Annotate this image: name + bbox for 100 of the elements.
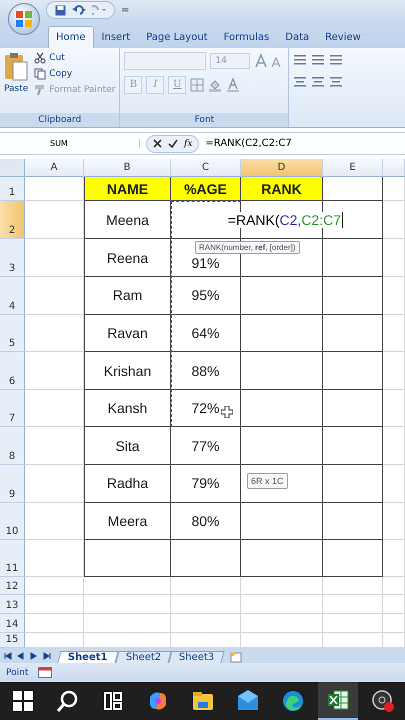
- aperture-icon: [370, 689, 394, 713]
- row-header[interactable]: 9: [0, 465, 25, 503]
- save-icon[interactable]: [55, 4, 66, 16]
- table-cell: [25, 614, 84, 634]
- row-header[interactable]: 13: [0, 595, 25, 614]
- sheet-tab[interactable]: Sheet3: [168, 651, 225, 664]
- table-cell: [383, 277, 405, 315]
- formula-field[interactable]: =RANK(C2,C2:C7: [205, 138, 292, 150]
- group-label: Font: [120, 112, 288, 127]
- redo-icon[interactable]: [92, 5, 106, 15]
- first-sheet-icon[interactable]: [4, 652, 12, 660]
- previous-sheet-icon[interactable]: [17, 652, 25, 660]
- row-header[interactable]: 2: [0, 201, 25, 240]
- table-cell: [323, 427, 383, 466]
- table-cell: Meera: [84, 502, 171, 540]
- row-header[interactable]: 11: [0, 540, 25, 578]
- row-header[interactable]: 1: [0, 177, 25, 202]
- table-cell: [25, 277, 84, 315]
- table-cell: [25, 314, 84, 352]
- row-header[interactable]: 12: [0, 577, 25, 596]
- windows-logo-icon: [10, 689, 34, 713]
- table-cell: [323, 352, 383, 390]
- next-sheet-icon[interactable]: [30, 652, 38, 660]
- ribbon-tab[interactable]: Home: [48, 26, 94, 48]
- ribbon-tab[interactable]: Insert: [94, 26, 138, 48]
- table-cell: 95%: [171, 277, 241, 315]
- table-cell: 80%: [171, 502, 241, 540]
- table-cell: [383, 595, 405, 614]
- row-header[interactable]: 5: [0, 314, 25, 352]
- table-cell: [25, 239, 84, 278]
- font-name-field[interactable]: [124, 52, 206, 70]
- table-cell: [383, 502, 405, 540]
- table-cell: [25, 390, 84, 428]
- row-header[interactable]: 6: [0, 352, 25, 390]
- table-cell: [25, 502, 84, 540]
- ribbon-tab[interactable]: Review: [317, 26, 369, 48]
- table-cell: Ram: [84, 277, 171, 315]
- sheet-tab[interactable]: Sheet2: [115, 651, 172, 664]
- logo-icon: [15, 10, 33, 28]
- table-cell: [323, 177, 383, 202]
- table-cell: [323, 314, 383, 352]
- table-cell: Meena: [84, 201, 171, 240]
- taskbar-button[interactable]: [318, 682, 358, 720]
- spreadsheet-icon: [326, 688, 350, 712]
- table-cell: [171, 595, 241, 614]
- table-cell: [323, 577, 383, 596]
- table-cell: [383, 427, 405, 466]
- table-cell: [383, 390, 405, 428]
- font-color-icon[interactable]: [226, 78, 240, 92]
- row-header[interactable]: 15: [0, 633, 25, 648]
- table-cell: [383, 314, 405, 352]
- office-button[interactable]: [8, 3, 40, 35]
- table-cell: 64%: [171, 314, 241, 352]
- last-sheet-icon[interactable]: [43, 652, 51, 660]
- table-cell: [25, 352, 84, 390]
- paste-button[interactable]: Paste: [4, 52, 28, 113]
- envelope-icon: [236, 689, 260, 713]
- table-cell: [323, 595, 383, 614]
- row-header[interactable]: 8: [0, 427, 25, 466]
- table-cell: 77%: [171, 427, 241, 466]
- customize-toolbar-button[interactable]: =: [121, 4, 130, 16]
- clipboard-command[interactable]: Copy: [49, 68, 72, 79]
- undo-icon[interactable]: [72, 5, 86, 15]
- table-cell: [323, 277, 383, 315]
- search-icon: [56, 689, 80, 713]
- macro-record-icon[interactable]: [38, 667, 52, 678]
- cancel-icon[interactable]: [153, 139, 162, 148]
- cell-editor[interactable]: =RANK(C2,C2:C7: [228, 212, 343, 228]
- ribbon-tab[interactable]: Formulas: [216, 26, 278, 48]
- table-cell: [171, 614, 241, 634]
- ribbon-tab[interactable]: Data: [277, 26, 318, 48]
- table-cell: [25, 201, 84, 240]
- check-icon[interactable]: [168, 139, 178, 148]
- table-cell: Sita: [84, 427, 171, 466]
- status-mode: Point: [6, 668, 28, 678]
- row-header[interactable]: 10: [0, 502, 25, 540]
- sheet-tab[interactable]: Sheet1: [57, 651, 118, 664]
- column-header[interactable]: C: [171, 159, 241, 178]
- row-header[interactable]: 4: [0, 277, 25, 315]
- name-box[interactable]: SUM: [0, 139, 140, 148]
- column-header[interactable]: A: [25, 159, 84, 178]
- table-cell: [383, 465, 405, 503]
- table-cell: [383, 239, 405, 278]
- row-header[interactable]: 14: [0, 614, 25, 634]
- fill-color-icon[interactable]: [208, 78, 222, 92]
- clipboard-command[interactable]: Cut: [49, 52, 65, 63]
- row-header[interactable]: 7: [0, 390, 25, 428]
- row-header[interactable]: 3: [0, 239, 25, 278]
- ribbon-tab[interactable]: Page Layout: [138, 26, 216, 48]
- scissors-icon: [34, 52, 46, 64]
- column-header[interactable]: D: [241, 159, 323, 178]
- table-cell: [25, 540, 84, 578]
- copy-icon: [34, 68, 46, 80]
- table-cell: [25, 595, 84, 614]
- column-header[interactable]: E: [323, 159, 383, 178]
- column-header[interactable]: B: [84, 159, 171, 178]
- clipboard-icon: [4, 52, 28, 82]
- insert-function-button[interactable]: fx: [184, 138, 192, 149]
- function-tooltip: RANK(number, ref, [order]): [195, 241, 300, 254]
- new-sheet-icon[interactable]: [229, 651, 244, 664]
